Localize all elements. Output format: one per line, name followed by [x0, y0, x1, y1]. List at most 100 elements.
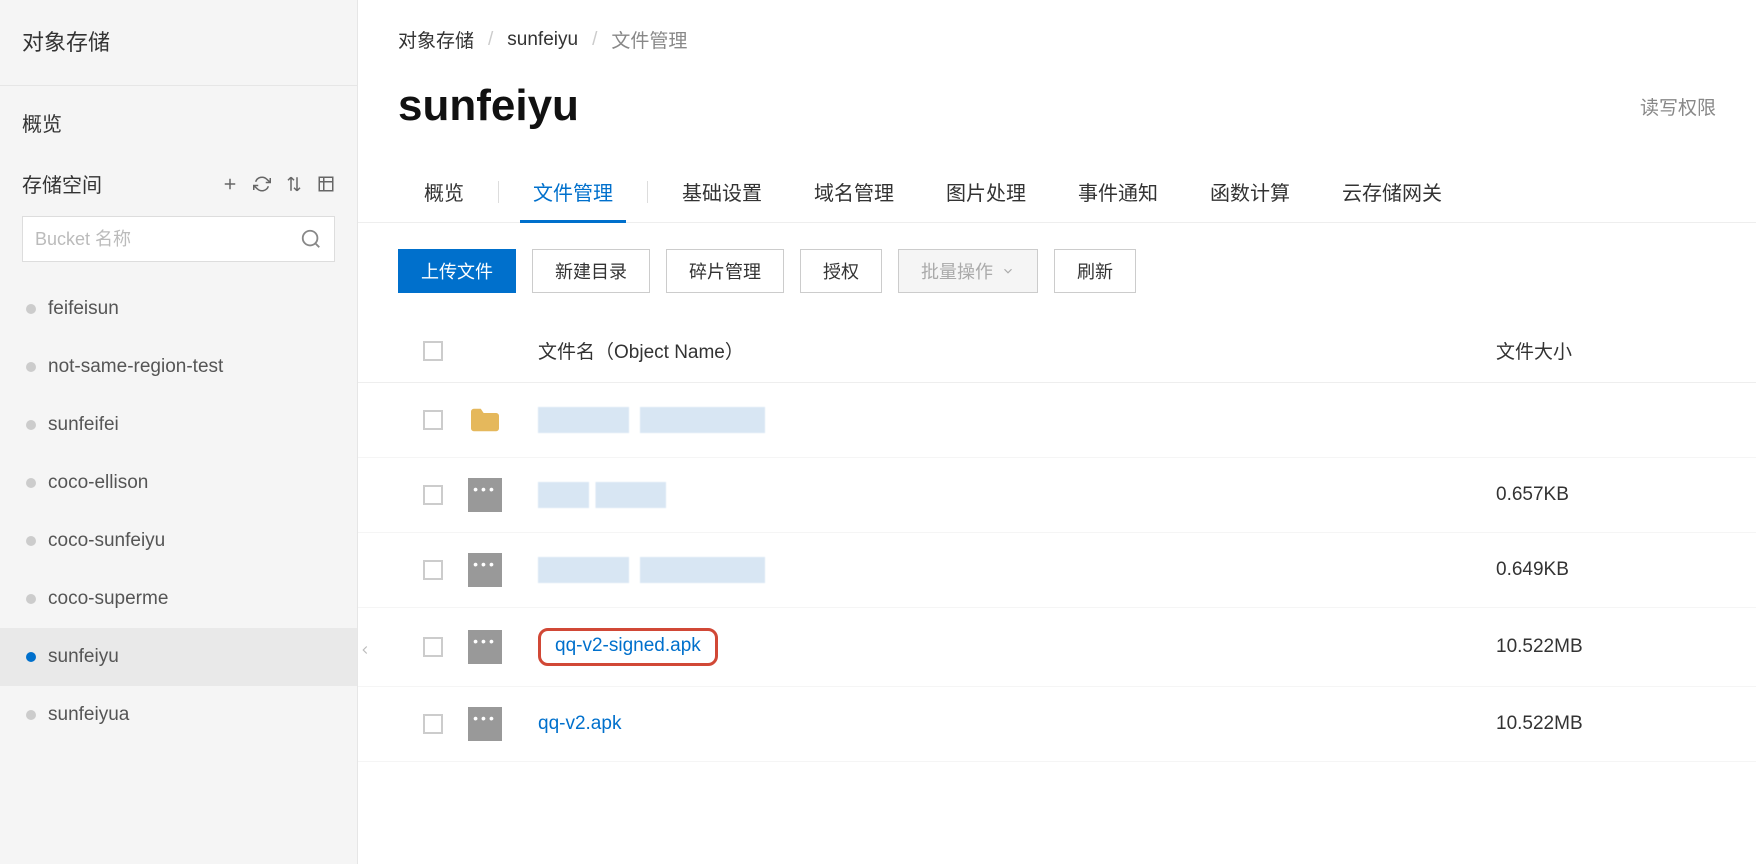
table-row: ••• qq-v2.apk 10.522MB — [358, 687, 1756, 762]
tab[interactable]: 概览 — [398, 161, 490, 222]
select-all-checkbox[interactable] — [423, 341, 443, 361]
bucket-item-label: sunfeiyua — [48, 704, 129, 726]
file-name-link[interactable]: qq-v2-signed.apk — [555, 635, 701, 656]
bucket-status-dot — [26, 652, 36, 662]
column-header-name[interactable]: 文件名（Object Name） — [538, 337, 1496, 364]
bucket-search-input[interactable] — [35, 229, 300, 250]
sidebar: 对象存储 概览 存储空间 feifeisun not-same-region-te… — [0, 0, 358, 864]
chevron-down-icon — [1001, 264, 1015, 278]
row-checkbox[interactable] — [423, 485, 443, 505]
file-size: 0.657KB — [1496, 484, 1716, 506]
tab[interactable]: 函数计算 — [1184, 161, 1316, 222]
bucket-status-dot — [26, 478, 36, 488]
row-checkbox[interactable] — [423, 560, 443, 580]
table-header: 文件名（Object Name） 文件大小 — [358, 319, 1756, 383]
row-checkbox[interactable] — [423, 714, 443, 734]
breadcrumb: 对象存储 / sunfeiyu / 文件管理 — [358, 0, 1756, 63]
row-checkbox[interactable] — [423, 637, 443, 657]
bucket-item-label: feifeisun — [48, 298, 119, 320]
tab[interactable]: 域名管理 — [788, 161, 920, 222]
table-row: ••• ████████████████ 0.649KB — [358, 533, 1756, 608]
file-icon: ••• — [468, 630, 502, 664]
page-title: sunfeiyu — [398, 81, 579, 131]
table-row: ••• qq-v2-signed.apk 10.522MB — [358, 608, 1756, 687]
table-row: ████████████████ — [358, 383, 1756, 458]
bucket-item[interactable]: sunfeiyua — [0, 686, 357, 744]
bucket-item-label: sunfeiyu — [48, 646, 119, 668]
bucket-item-label: not-same-region-test — [48, 356, 223, 378]
bucket-status-dot — [26, 362, 36, 372]
file-name-link[interactable]: qq-v2.apk — [538, 713, 621, 734]
breadcrumb-root[interactable]: 对象存储 — [398, 26, 474, 53]
bucket-item-label: sunfeifei — [48, 414, 119, 436]
highlight-annotation: qq-v2-signed.apk — [538, 628, 718, 666]
new-folder-button[interactable]: 新建目录 — [532, 249, 650, 293]
tab[interactable]: 云存储网关 — [1316, 161, 1468, 222]
file-name-link[interactable]: ████████████████ — [538, 557, 765, 583]
bucket-search-box — [22, 216, 335, 262]
sidebar-overview-link[interactable]: 概览 — [0, 86, 357, 159]
bucket-item[interactable]: coco-ellison — [0, 454, 357, 512]
expand-icon[interactable] — [317, 175, 335, 193]
sort-icon[interactable] — [285, 175, 303, 193]
permission-label[interactable]: 读写权限 — [1640, 93, 1716, 120]
fragment-button[interactable]: 碎片管理 — [666, 249, 784, 293]
row-checkbox[interactable] — [423, 410, 443, 430]
file-size: 10.522MB — [1496, 713, 1716, 735]
tab-separator — [647, 181, 648, 203]
bucket-status-dot — [26, 420, 36, 430]
breadcrumb-bucket[interactable]: sunfeiyu — [507, 29, 578, 51]
file-icon: ••• — [468, 478, 502, 512]
table-row: ••• 64d25e6123d 0.657KB — [358, 458, 1756, 533]
authorize-button[interactable]: 授权 — [800, 249, 882, 293]
tab-separator — [498, 181, 499, 203]
tab[interactable]: 事件通知 — [1052, 161, 1184, 222]
file-icon: ••• — [468, 553, 502, 587]
batch-button-label: 批量操作 — [921, 258, 993, 284]
tab[interactable]: 基础设置 — [656, 161, 788, 222]
bucket-list: feifeisun not-same-region-test sunfeifei co… — [0, 280, 357, 864]
file-size: 0.649KB — [1496, 559, 1716, 581]
bucket-item[interactable]: coco-sunfeiyu — [0, 512, 357, 570]
breadcrumb-section: 文件管理 — [611, 26, 687, 53]
toolbar: 上传文件 新建目录 碎片管理 授权 批量操作 刷新 — [358, 223, 1756, 319]
sidebar-header-icons — [221, 175, 335, 193]
tabs: 概览文件管理基础设置域名管理图片处理事件通知函数计算云存储网关 — [358, 161, 1756, 223]
bucket-item[interactable]: feifeisun — [0, 280, 357, 338]
batch-button: 批量操作 — [898, 249, 1038, 293]
sidebar-title: 对象存储 — [0, 0, 357, 86]
bucket-item[interactable]: coco-superme — [0, 570, 357, 628]
table-body: ████████████████•••64d25e6123d0.657KB•••… — [358, 383, 1756, 762]
refresh-icon[interactable] — [253, 175, 271, 193]
upload-button[interactable]: 上传文件 — [398, 249, 516, 293]
bucket-status-dot — [26, 710, 36, 720]
tab[interactable]: 文件管理 — [507, 161, 639, 222]
plus-icon[interactable] — [221, 175, 239, 193]
bucket-item-label: coco-ellison — [48, 472, 148, 494]
file-name-link[interactable]: 64d25e6123d — [538, 482, 666, 508]
file-icon: ••• — [468, 707, 502, 741]
refresh-button[interactable]: 刷新 — [1054, 249, 1136, 293]
select-all-col — [398, 341, 468, 361]
bucket-status-dot — [26, 536, 36, 546]
breadcrumb-sep: / — [488, 29, 493, 51]
page-header: sunfeiyu 读写权限 — [358, 63, 1756, 161]
sidebar-storage-label: 存储空间 — [22, 169, 221, 198]
bucket-item[interactable]: not-same-region-test — [0, 338, 357, 396]
bucket-item-label: coco-superme — [48, 588, 168, 610]
bucket-item[interactable]: sunfeiyu — [0, 628, 357, 686]
bucket-status-dot — [26, 304, 36, 314]
sidebar-storage-header: 存储空间 — [0, 159, 357, 216]
folder-icon — [468, 403, 502, 437]
tab[interactable]: 图片处理 — [920, 161, 1052, 222]
file-name-link[interactable]: ████████████████ — [538, 407, 765, 433]
file-size: 10.522MB — [1496, 636, 1716, 658]
bucket-status-dot — [26, 594, 36, 604]
breadcrumb-sep: / — [592, 29, 597, 51]
main-content: 对象存储 / sunfeiyu / 文件管理 sunfeiyu 读写权限 概览文… — [358, 0, 1756, 864]
bucket-item[interactable]: sunfeifei — [0, 396, 357, 454]
column-header-size[interactable]: 文件大小 — [1496, 337, 1716, 364]
search-icon[interactable] — [300, 228, 322, 250]
bucket-item-label: coco-sunfeiyu — [48, 530, 165, 552]
sidebar-collapse-handle[interactable] — [353, 630, 377, 670]
